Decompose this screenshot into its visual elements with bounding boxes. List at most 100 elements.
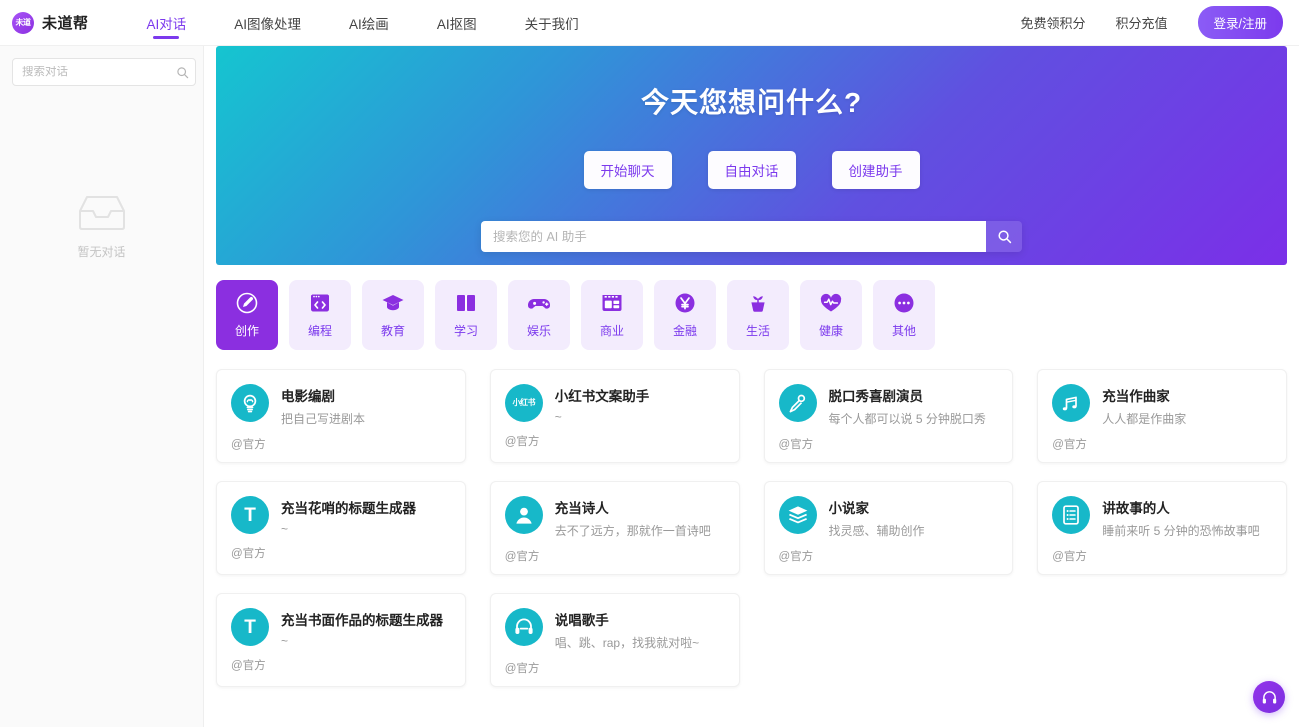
hero-banner: 今天您想问什么? 开始聊天自由对话创建助手 [216, 46, 1287, 265]
category-code-window[interactable]: 编程 [289, 280, 351, 350]
card-title: 充当作曲家 [1102, 385, 1186, 405]
card-header: 小说家找灵感、辅助创作 [779, 496, 999, 539]
assistant-card[interactable]: 讲故事的人睡前来听 5 分钟的恐怖故事吧@官方 [1037, 481, 1287, 575]
ellipsis-circle-icon [892, 291, 916, 315]
brand-logo-icon: 未道 [12, 12, 34, 34]
card-body: 充当花哨的标题生成器~ [281, 496, 416, 536]
main-content: 今天您想问什么? 开始聊天自由对话创建助手 创作编程教育 学习 娱乐商业 金融生活健康… [204, 46, 1299, 727]
avatar [779, 496, 817, 534]
person-icon [512, 503, 536, 527]
hero-button-1[interactable]: 自由对话 [708, 151, 796, 189]
card-author: @官方 [779, 436, 999, 452]
avatar-text: T [244, 618, 256, 637]
category-ellipsis-circle[interactable]: 其他 [873, 280, 935, 350]
card-description: 找灵感、辅助创作 [829, 522, 925, 539]
category-plant-pot[interactable]: 生活 [727, 280, 789, 350]
nav-item-1[interactable]: AI图像处理 [210, 0, 325, 46]
heart-pulse-icon [819, 291, 843, 315]
assistant-card[interactable]: 脱口秀喜剧演员每个人都可以说 5 分钟脱口秀 @官方 [764, 369, 1014, 463]
card-header: 小红书小红书文案助手~ [505, 384, 725, 424]
avatar [505, 496, 543, 534]
assistant-search-bar[interactable] [481, 221, 1022, 252]
assistant-card-grid: 电影编剧把自己写进剧本@官方小红书小红书文案助手~@官方脱口秀喜剧演员每个人都可… [216, 369, 1287, 687]
card-title: 小红书文案助手 [555, 385, 650, 405]
card-description: 唱、跳、rap，找我就对啦~ [555, 634, 699, 651]
card-header: 电影编剧把自己写进剧本 [231, 384, 451, 427]
hero-button-2[interactable]: 创建助手 [832, 151, 920, 189]
hero-button-0[interactable]: 开始聊天 [584, 151, 672, 189]
card-description: 人人都是作曲家 [1102, 410, 1186, 427]
category-gamepad[interactable]: 娱乐 [508, 280, 570, 350]
assistant-card[interactable]: 充当诗人去不了远方，那就作一首诗吧@官方 [490, 481, 740, 575]
gamepad-icon [527, 291, 551, 315]
card-description: 去不了远方，那就作一首诗吧 [555, 522, 711, 539]
search-icon [997, 229, 1012, 244]
open-book-icon [454, 291, 478, 315]
nav-item-4[interactable]: 关于我们 [501, 0, 603, 46]
category-pencil[interactable]: 创作 [216, 280, 278, 350]
empty-inbox-icon [76, 193, 128, 233]
avatar [1052, 384, 1090, 422]
avatar [1052, 496, 1090, 534]
category-label: 学习 [454, 322, 478, 339]
assistant-card[interactable]: 小红书小红书文案助手~ @官方 [490, 369, 740, 463]
header-right-actions: 免费领积分 积分充值 登录/注册 [1020, 6, 1283, 39]
customer-support-button[interactable] [1253, 681, 1285, 713]
card-author: @官方 [231, 657, 451, 673]
brand[interactable]: 未道 未道帮 [12, 12, 89, 34]
card-description: 每个人都可以说 5 分钟脱口秀 [829, 410, 986, 427]
empty-conversations-state: 暂无对话 [12, 86, 191, 727]
avatar [231, 384, 269, 422]
avatar-text: T [244, 506, 256, 525]
login-register-button[interactable]: 登录/注册 [1198, 6, 1283, 39]
main-nav: AI对话AI图像处理AI绘画AI抠图关于我们 [123, 0, 603, 46]
lightbulb-icon [238, 391, 262, 415]
category-open-book[interactable]: 学习 [435, 280, 497, 350]
free-points-link[interactable]: 免费领积分 [1020, 13, 1085, 32]
card-body: 说唱歌手唱、跳、rap，找我就对啦~ [555, 608, 699, 651]
search-icon[interactable] [176, 66, 189, 79]
assistant-search-button[interactable] [986, 221, 1022, 252]
assistant-card[interactable]: 小说家找灵感、辅助创作 @官方 [764, 481, 1014, 575]
music-note-icon [1059, 391, 1083, 415]
recharge-link[interactable]: 积分充值 [1116, 13, 1168, 32]
card-author: @官方 [505, 433, 725, 449]
card-body: 充当书面作品的标题生成器~ [281, 608, 443, 648]
category-heart-pulse[interactable]: 健康 [800, 280, 862, 350]
nav-item-3[interactable]: AI抠图 [413, 0, 501, 46]
card-author: @官方 [779, 548, 999, 564]
assistant-card[interactable]: T 充当书面作品的标题生成器~ @官方 [216, 593, 466, 687]
assistant-card[interactable]: 充当作曲家人人都是作曲家@官方 [1037, 369, 1287, 463]
assistant-card[interactable]: 说唱歌手唱、跳、rap，找我就对啦~ @官方 [490, 593, 740, 687]
search-input[interactable] [22, 66, 176, 78]
books-icon [786, 503, 810, 527]
card-description: 把自己写进剧本 [281, 410, 365, 427]
card-author: @官方 [505, 660, 725, 676]
search-input-wrapper[interactable] [12, 58, 196, 86]
nav-item-2[interactable]: AI绘画 [325, 0, 413, 46]
card-description: 睡前来听 5 分钟的恐怖故事吧 [1102, 522, 1259, 539]
card-title: 说唱歌手 [555, 609, 699, 629]
category-storefront[interactable]: 商业 [581, 280, 643, 350]
card-header: 说唱歌手唱、跳、rap，找我就对啦~ [505, 608, 725, 651]
category-yuan-circle[interactable]: 金融 [654, 280, 716, 350]
microphone-icon [786, 391, 810, 415]
card-title: 电影编剧 [281, 385, 365, 405]
category-label: 教育 [381, 322, 405, 339]
card-header: 充当作曲家人人都是作曲家 [1052, 384, 1272, 427]
card-body: 小红书文案助手~ [555, 384, 650, 424]
card-title: 脱口秀喜剧演员 [829, 385, 986, 405]
assistant-card[interactable]: 电影编剧把自己写进剧本@官方 [216, 369, 466, 463]
card-description: ~ [281, 522, 416, 536]
category-graduation-cap[interactable]: 教育 [362, 280, 424, 350]
category-label: 商业 [600, 322, 624, 339]
empty-state-label: 暂无对话 [77, 243, 125, 260]
pencil-icon [235, 291, 259, 315]
assistant-card[interactable]: T充当花哨的标题生成器~@官方 [216, 481, 466, 575]
assistant-search-input[interactable] [481, 221, 986, 252]
graduation-cap-icon [381, 291, 405, 315]
nav-item-0[interactable]: AI对话 [123, 0, 211, 46]
hero-action-buttons: 开始聊天自由对话创建助手 [584, 151, 920, 189]
avatar: T [231, 496, 269, 534]
card-title: 充当书面作品的标题生成器 [281, 609, 443, 629]
